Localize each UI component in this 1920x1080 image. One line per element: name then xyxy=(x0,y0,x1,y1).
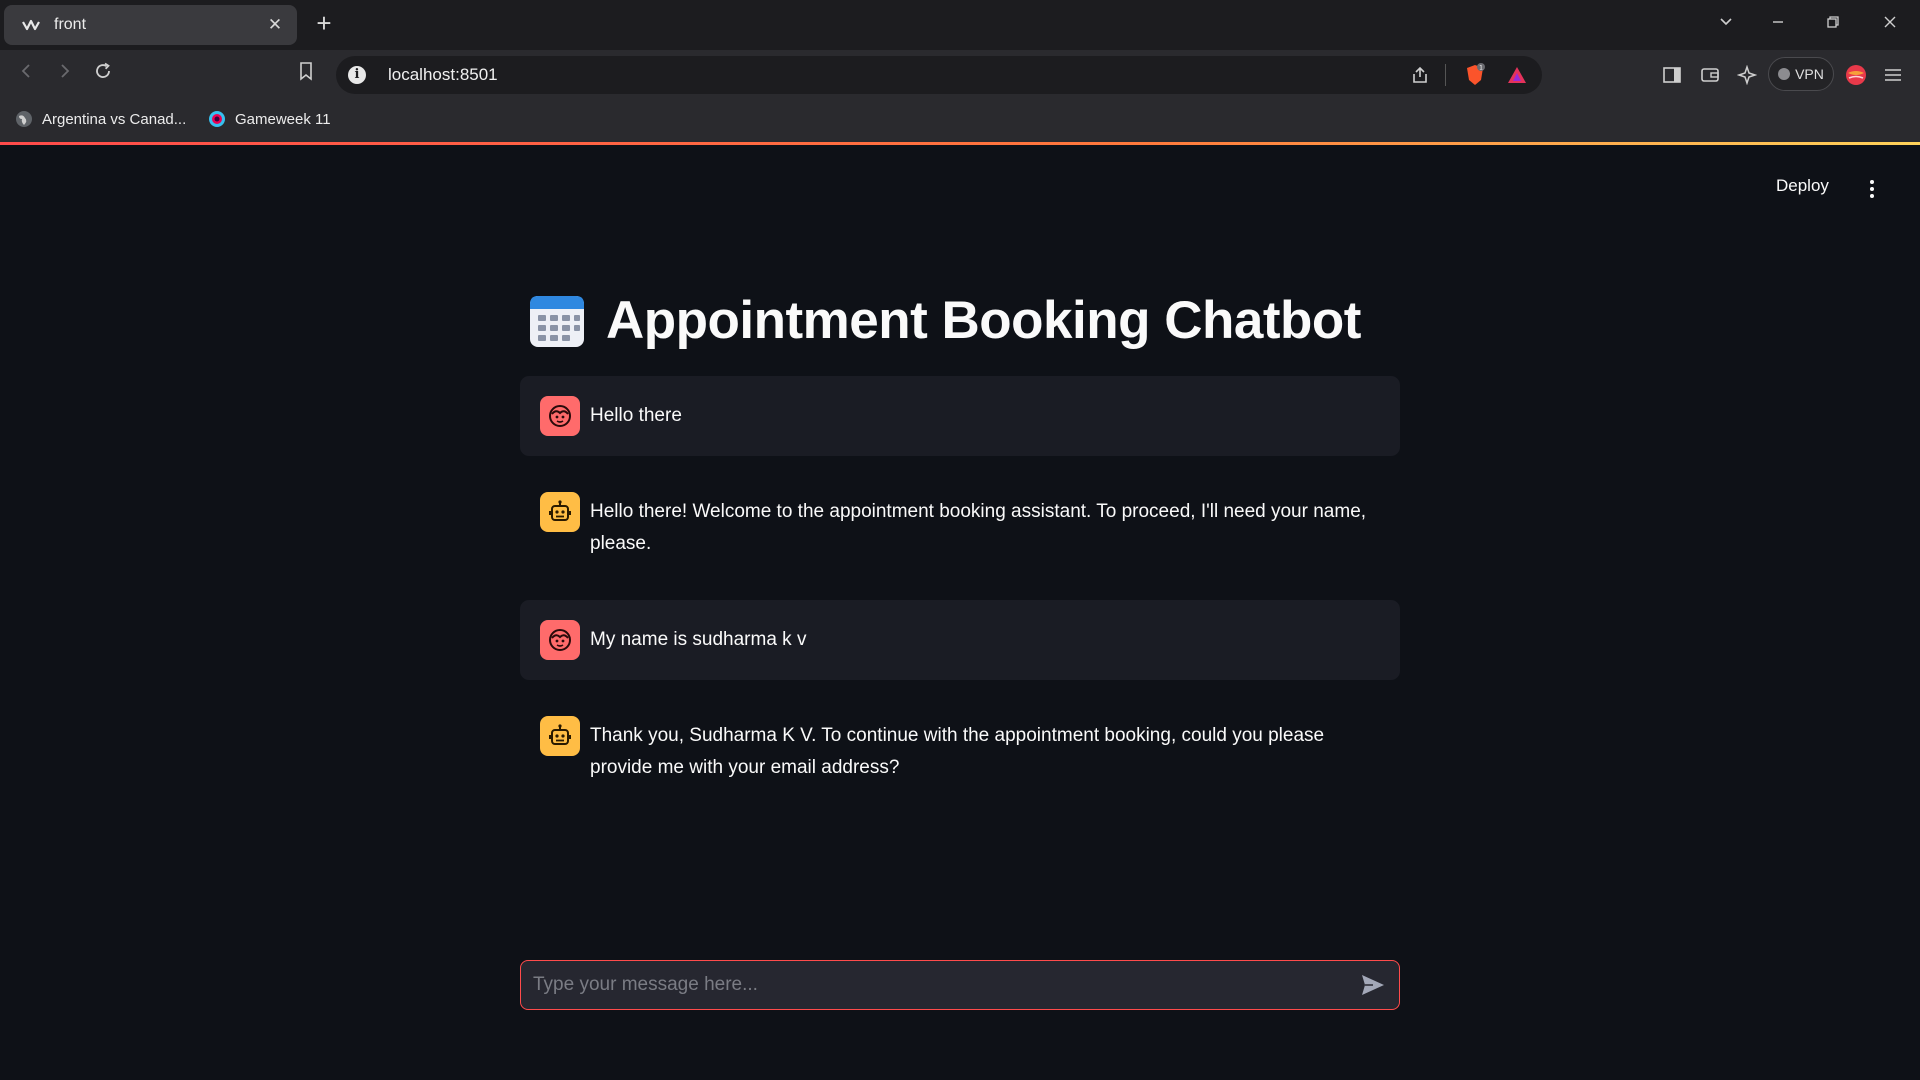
bookmark-item[interactable]: Gameweek 11 xyxy=(208,108,331,130)
bookmark-label: Argentina vs Canad... xyxy=(42,110,187,128)
vpn-status-icon xyxy=(1778,68,1791,80)
send-button[interactable] xyxy=(1359,971,1387,999)
premier-league-icon xyxy=(209,111,225,127)
chat-message-user: Hello there xyxy=(520,376,1400,456)
streamlit-header-decoration xyxy=(0,142,1920,145)
user-avatar-icon xyxy=(540,396,580,436)
page-header: Appointment Booking Chatbot xyxy=(528,290,1361,351)
send-icon xyxy=(1362,975,1384,995)
svg-text:1: 1 xyxy=(1479,65,1483,72)
chat-input[interactable] xyxy=(533,974,1359,996)
assistant-avatar-icon xyxy=(540,492,580,532)
page-title: Appointment Booking Chatbot xyxy=(606,291,1361,350)
brave-shields-icon[interactable]: 1 xyxy=(1462,62,1488,88)
address-bar[interactable]: i localhost:8501 1 xyxy=(336,56,1542,94)
assistant-avatar-icon xyxy=(540,716,580,756)
forward-icon[interactable] xyxy=(51,61,77,87)
address-bar-divider xyxy=(1445,64,1446,86)
tab-close-icon[interactable]: ✕ xyxy=(265,15,285,35)
leo-ai-icon[interactable] xyxy=(1733,62,1761,88)
back-icon[interactable] xyxy=(14,61,40,87)
chat-message-assistant: Hello there! Welcome to the appointment … xyxy=(520,472,1400,580)
chat-message-assistant: Thank you, Sudharma K V. To continue wit… xyxy=(520,696,1400,804)
message-text: Thank you, Sudharma K V. To continue wit… xyxy=(590,725,1325,778)
sidebar-toggle-icon[interactable] xyxy=(1658,62,1686,88)
vpn-button[interactable]: VPN xyxy=(1768,57,1834,91)
menu-icon[interactable] xyxy=(1879,62,1907,88)
deploy-button[interactable]: Deploy xyxy=(1776,176,1829,202)
message-text: Hello there! Welcome to the appointment … xyxy=(590,501,1367,554)
close-window-icon[interactable] xyxy=(1878,12,1902,36)
calendar-icon xyxy=(530,295,584,347)
globe-icon xyxy=(16,111,32,127)
bookmark-icon[interactable] xyxy=(293,61,319,87)
url-text[interactable]: localhost:8501 xyxy=(388,65,1391,85)
restore-icon[interactable] xyxy=(1821,12,1845,36)
streamlit-favicon-icon xyxy=(22,19,40,31)
message-text: My name is sudharma k v xyxy=(590,629,807,650)
browser-tab[interactable]: front ✕ xyxy=(4,5,297,45)
user-avatar-icon xyxy=(540,620,580,660)
tab-list-chevron-icon[interactable] xyxy=(1714,12,1738,36)
message-text: Hello there xyxy=(590,405,682,426)
wallet-icon[interactable] xyxy=(1696,62,1724,88)
bookmark-item[interactable]: Argentina vs Canad... xyxy=(15,108,186,130)
reload-icon[interactable] xyxy=(90,61,116,87)
chat-input-container xyxy=(520,960,1400,1010)
chat-message-user: My name is sudharma k v xyxy=(520,600,1400,680)
site-info-icon[interactable]: i xyxy=(348,66,366,84)
bookmark-label: Gameweek 11 xyxy=(235,110,331,128)
minimize-icon[interactable] xyxy=(1766,12,1790,36)
tab-title: front xyxy=(54,16,87,33)
vpn-label: VPN xyxy=(1795,66,1824,82)
share-icon[interactable] xyxy=(1407,62,1433,88)
brave-rewards-icon[interactable] xyxy=(1504,62,1530,88)
new-tab-button[interactable]: + xyxy=(312,10,336,38)
profile-avatar[interactable] xyxy=(1842,62,1870,88)
main-menu-icon[interactable] xyxy=(1862,176,1882,202)
